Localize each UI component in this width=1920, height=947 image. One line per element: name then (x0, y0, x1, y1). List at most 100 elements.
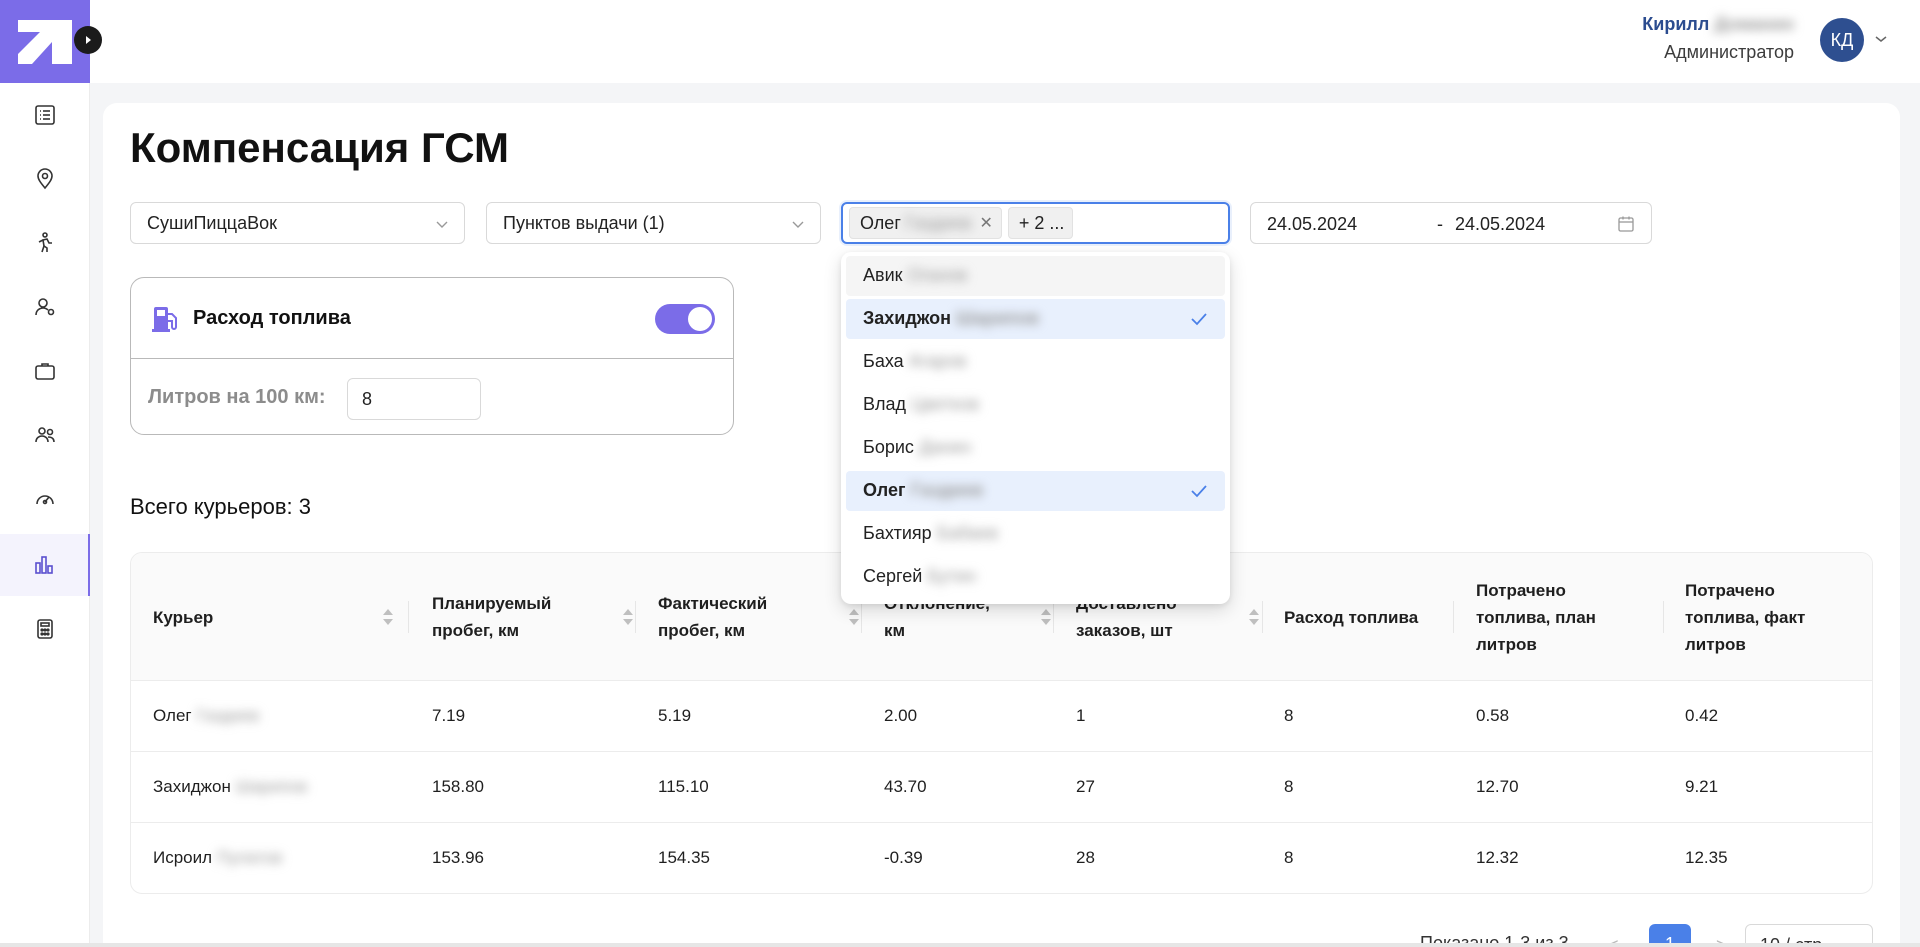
check-icon (1191, 485, 1207, 498)
fuel-spent-plan: 12.70 (1476, 777, 1519, 796)
dropdown-option[interactable]: Влад Цветков (846, 385, 1225, 425)
courier-tag-first-name: Олег (860, 212, 901, 233)
column-divider (1053, 601, 1054, 633)
sort-icon[interactable] (1248, 607, 1260, 627)
sort-icon[interactable] (382, 607, 394, 627)
fuel-rate: 8 (1284, 777, 1294, 796)
chevron-down-icon (436, 221, 448, 228)
user-role: Администратор (1664, 42, 1794, 62)
chevron-down-icon[interactable] (1874, 34, 1888, 44)
points-select-value: Пунктов выдачи (1) (503, 212, 665, 233)
dropdown-option[interactable]: Борис Данин (846, 428, 1225, 468)
liters-per-100km-label: Литров на 100 км: (148, 386, 326, 408)
dropdown-option[interactable]: Олег Газдиев (846, 471, 1225, 511)
dropdown-option[interactable]: Захиджон Шарипов (846, 299, 1225, 339)
fuel-card-header: Расход топлива (131, 278, 733, 359)
dropdown-option[interactable]: Сергей Бутин (846, 557, 1225, 597)
sidebar-item-dashboard[interactable] (0, 468, 90, 530)
dropdown-option[interactable]: Бахтияр Бабаев (846, 514, 1225, 554)
date-to[interactable]: 24.05.2024 (1455, 214, 1545, 235)
column-divider (635, 601, 636, 633)
courier-name: Олег Газдиев (153, 706, 260, 725)
calculator-icon (37, 619, 53, 639)
actual-mileage: 5.19 (658, 706, 692, 725)
fuel-spent-fact: 0.42 (1685, 706, 1719, 725)
bar-chart-icon (35, 556, 53, 574)
page-title: Компенсация ГСМ (130, 124, 509, 171)
table-row[interactable]: Исроил Пулатов 153.96 154.35 -0.39 28 8 … (131, 823, 1872, 893)
courier-tag: Олег Газдиев ✕ (849, 207, 1002, 239)
courier-name: Исроил Пулатов (153, 848, 283, 867)
remove-tag-icon[interactable]: ✕ (979, 213, 992, 233)
sidebar-toggle-button[interactable] (74, 26, 102, 54)
column-divider (1453, 601, 1454, 633)
toggle-knob (688, 307, 712, 331)
fuel-consumption-card: Расход топлива Литров на 100 км: (130, 277, 734, 435)
planned-mileage: 153.96 (432, 848, 484, 867)
total-couriers-count: Всего курьеров: 3 (130, 494, 311, 519)
points-select[interactable]: Пунктов выдачи (1) (486, 202, 821, 244)
avatar[interactable]: КД (1820, 18, 1864, 62)
sort-icon[interactable] (1040, 607, 1052, 627)
actual-mileage: 115.10 (658, 777, 709, 796)
sidebar-item-locations[interactable] (0, 148, 90, 210)
dropdown-option[interactable]: Авик Оганов (846, 256, 1225, 296)
sidebar-item-reports[interactable] (0, 534, 90, 596)
orders-delivered: 28 (1076, 848, 1095, 867)
actual-mileage: 154.35 (658, 848, 710, 867)
planned-mileage: 7.19 (432, 706, 466, 725)
fuel-spent-plan: 12.32 (1476, 848, 1519, 867)
liters-per-100km-input[interactable] (347, 378, 481, 420)
user-first-name: Кирилл (1642, 14, 1710, 34)
users-settings-icon (35, 298, 55, 316)
team-icon (35, 427, 55, 443)
chevron-down-icon (792, 221, 804, 228)
check-icon (1191, 313, 1207, 326)
sort-icon[interactable] (622, 607, 634, 627)
table-row[interactable]: Захиджон Шарипов 158.80 115.10 43.70 27 … (131, 752, 1872, 823)
user-last-name-blurred: Доманин (1714, 14, 1794, 34)
brand-select-value: СушиПиццаВок (147, 212, 278, 233)
column-header-courier[interactable]: Курьер (153, 553, 418, 681)
sort-icon[interactable] (848, 607, 860, 627)
user-name: Кирилл Доманин (1642, 14, 1794, 35)
briefcase-icon (35, 363, 55, 380)
sidebar (0, 0, 102, 947)
date-separator: - (1437, 214, 1443, 234)
fuel-rate: 8 (1284, 706, 1294, 725)
brand-select[interactable]: СушиПиццаВок (130, 202, 465, 244)
sidebar-item-staff[interactable] (0, 276, 90, 338)
fuel-spent-fact: 9.21 (1685, 777, 1719, 796)
column-header-fuel-spent-plan: Потрачено топлива, план литров (1476, 580, 1596, 654)
location-pin-icon (37, 168, 53, 190)
column-header-planned-mileage[interactable]: Планируемый пробег, км (432, 553, 658, 681)
fuel-card-title: Расход топлива (193, 307, 351, 329)
courier-name: Захиджон Шарипов (153, 777, 308, 796)
table-row[interactable]: Олег Газдиев 7.19 5.19 2.00 1 8 0.58 0.4… (131, 681, 1872, 752)
sidebar-item-couriers[interactable] (0, 212, 90, 274)
courier-run-icon (38, 232, 52, 253)
column-divider (408, 601, 409, 633)
deviation: -0.39 (884, 848, 923, 867)
more-couriers-tag[interactable]: + 2 ... (1007, 207, 1074, 239)
column-header-fuel-rate: Расход топлива (1284, 607, 1419, 627)
date-range-picker[interactable]: 24.05.2024 - 24.05.2024 (1250, 202, 1652, 244)
column-divider (1663, 601, 1664, 633)
fuel-pump-icon (152, 307, 177, 332)
date-from[interactable]: 24.05.2024 (1267, 214, 1357, 235)
sidebar-item-team[interactable] (0, 404, 90, 466)
calendar-icon[interactable] (1617, 215, 1635, 233)
column-divider (1262, 601, 1263, 633)
fuel-rate: 8 (1284, 848, 1294, 867)
fuel-spent-fact: 12.35 (1685, 848, 1728, 867)
fuel-toggle-switch[interactable] (655, 304, 715, 334)
dropdown-option[interactable]: Баха Агаров (846, 342, 1225, 382)
sidebar-item-business[interactable] (0, 340, 90, 402)
sidebar-item-orders[interactable] (0, 84, 90, 146)
speedometer-icon (36, 495, 54, 505)
column-header-fuel-spent-fact: Потрачено топлива, факт литров (1685, 580, 1806, 654)
couriers-dropdown: Авик Оганов Захиджон Шарипов Баха Агаров… (841, 252, 1230, 604)
sidebar-item-calculator[interactable] (0, 598, 90, 660)
couriers-multiselect[interactable]: Олег Газдиев ✕ + 2 ... (841, 202, 1230, 244)
orders-delivered: 1 (1076, 706, 1086, 725)
